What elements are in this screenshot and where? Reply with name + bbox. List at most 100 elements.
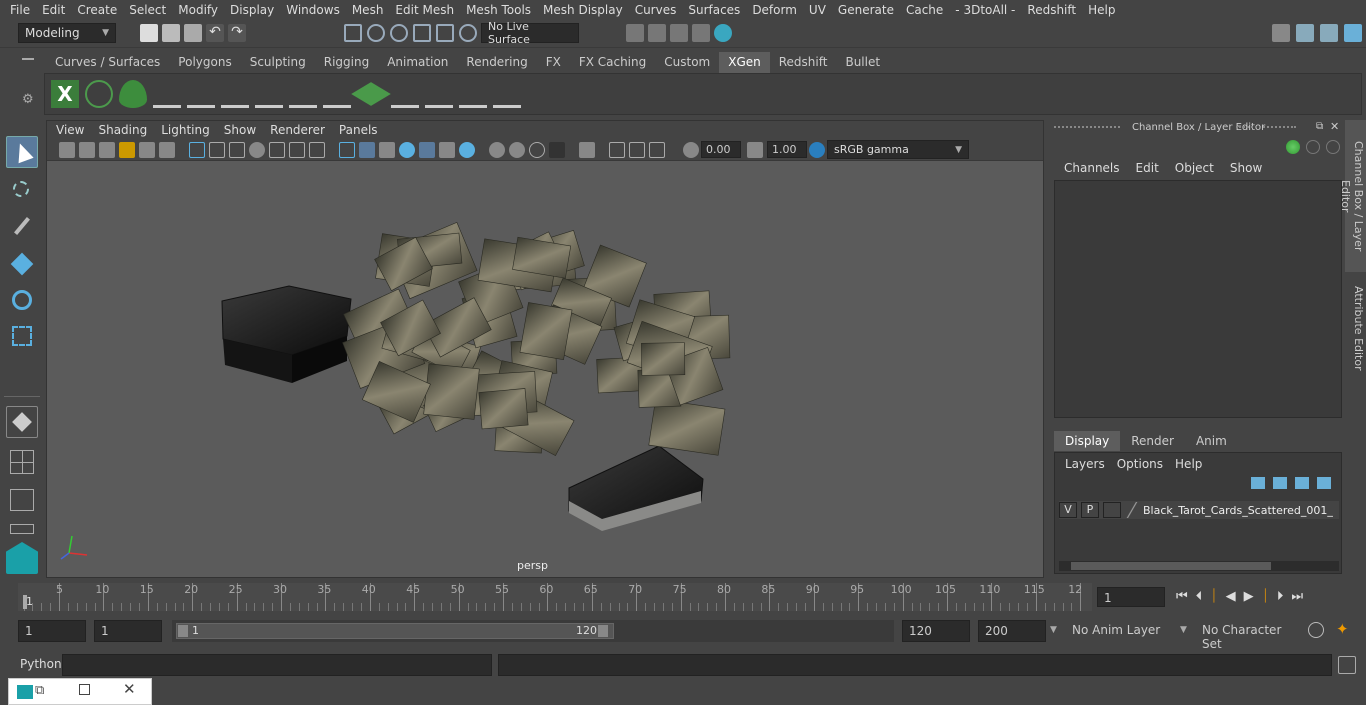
key-icon[interactable] [1306, 140, 1320, 154]
menu-mesh-display[interactable]: Mesh Display [537, 0, 629, 20]
shelf-tab-sculpting[interactable]: Sculpting [241, 52, 315, 73]
shelf-menu-icon[interactable] [22, 58, 34, 60]
live-surface-field[interactable]: No Live Surface [481, 20, 579, 46]
menu-uv[interactable]: UV [803, 0, 832, 20]
scene-canvas[interactable] [47, 161, 1043, 577]
shelf-tab-polygons[interactable]: Polygons [169, 52, 240, 73]
exposure-icon[interactable] [683, 142, 699, 158]
menu-windows[interactable]: Windows [280, 0, 346, 20]
mode-dropdown[interactable]: Modeling ▼ [18, 23, 116, 43]
float-panel-icon[interactable]: ⧉ [1316, 121, 1323, 132]
menu-redshift[interactable]: Redshift [1021, 0, 1082, 20]
script-editor-icon[interactable] [1338, 656, 1356, 674]
shelf-tab-xgen[interactable]: XGen [719, 52, 770, 73]
menu-display[interactable]: Display [224, 0, 280, 20]
layer-row[interactable]: V P Black_Tarot_Cards_Scattered_001_laye… [1059, 501, 1339, 519]
layer-menu-layers[interactable]: Layers [1059, 455, 1111, 473]
new-layer-from-selection-icon[interactable] [1317, 477, 1331, 489]
xgen-bend-icon[interactable] [459, 80, 487, 108]
snap-live-icon[interactable] [459, 24, 477, 42]
xgen-guide-tool-icon[interactable] [323, 80, 351, 108]
layer-tab-render[interactable]: Render [1120, 431, 1185, 451]
current-frame-field[interactable]: 1 [1097, 587, 1165, 607]
film-gate-icon[interactable] [209, 142, 225, 158]
card-box-right[interactable] [568, 445, 704, 531]
character-set-dropdown[interactable]: No Character Set [1196, 620, 1300, 651]
scale-tool-icon[interactable] [6, 320, 38, 352]
play-forwards-icon[interactable]: ▶ [1244, 589, 1254, 604]
camera-icon[interactable] [59, 142, 75, 158]
character-icon[interactable]: ✦ [1336, 620, 1349, 638]
menu-create[interactable]: Create [71, 0, 123, 20]
menu-edit-mesh[interactable]: Edit Mesh [389, 0, 460, 20]
axis-ref-icon[interactable] [1286, 140, 1300, 154]
channel-menu-channels[interactable]: Channels [1056, 161, 1128, 175]
go-to-end-icon[interactable]: ⏭ [1291, 589, 1303, 604]
tarot-card[interactable] [641, 342, 686, 376]
anti-alias-icon[interactable] [529, 142, 545, 158]
exposure-field[interactable]: 0.00 [701, 141, 741, 158]
snap-curve-icon[interactable] [367, 24, 385, 42]
move-layer-down-icon[interactable] [1273, 477, 1287, 489]
layer-playback-toggle[interactable]: P [1081, 502, 1099, 518]
colorspace-dropdown[interactable]: sRGB gamma ▼ [827, 140, 969, 159]
maximize-icon[interactable] [79, 684, 90, 695]
xgen-leaf-icon[interactable] [119, 80, 147, 108]
gate-mask-icon[interactable] [249, 142, 265, 158]
restore-icon[interactable]: ⧉ [35, 683, 44, 698]
xgen-lock-guide-icon[interactable] [289, 80, 317, 108]
layer-menu-options[interactable]: Options [1111, 455, 1169, 473]
menu-surfaces[interactable]: Surfaces [682, 0, 746, 20]
xgen-cut-icon[interactable] [425, 80, 453, 108]
snap-point-icon[interactable] [390, 24, 408, 42]
viewport-menu-renderer[interactable]: Renderer [263, 123, 332, 137]
gear-icon[interactable]: ⚙ [22, 92, 34, 107]
command-language-label[interactable]: Python [20, 657, 62, 671]
toggle-hud-icon[interactable] [649, 142, 665, 158]
xray-icon[interactable] [399, 142, 415, 158]
chevron-down-icon[interactable]: ▼ [1180, 625, 1187, 635]
outliner-view-icon[interactable] [6, 484, 38, 516]
four-view-icon[interactable] [6, 446, 38, 478]
range-slider[interactable]: 1 120 [172, 620, 894, 642]
field-chart-icon[interactable] [269, 142, 285, 158]
step-forward-key-icon[interactable]: ⏐ [1262, 589, 1269, 604]
layer-menu-help[interactable]: Help [1169, 455, 1208, 473]
shelf-tab-redshift[interactable]: Redshift [770, 52, 837, 73]
grid-toggle-icon[interactable] [189, 142, 205, 158]
range-start-handle[interactable] [178, 625, 188, 637]
channel-menu-edit[interactable]: Edit [1128, 161, 1167, 175]
new-layer-icon[interactable] [1295, 477, 1309, 489]
open-scene-icon[interactable] [162, 24, 180, 42]
panel-grip[interactable] [1054, 126, 1120, 130]
layout-icon[interactable] [1296, 24, 1314, 42]
chevron-down-icon[interactable]: ▼ [1050, 625, 1057, 635]
range-slider-bar[interactable] [176, 623, 614, 639]
channel-menu-show[interactable]: Show [1222, 161, 1270, 175]
layer-color-icon[interactable] [1125, 502, 1139, 518]
close-icon[interactable]: ✕ [123, 680, 136, 698]
menu-select[interactable]: Select [123, 0, 172, 20]
grease-pencil-icon[interactable] [159, 142, 175, 158]
step-back-key-icon[interactable]: ⏐ [1210, 589, 1217, 604]
viewport-menu-lighting[interactable]: Lighting [154, 123, 217, 137]
move-tool-icon[interactable] [6, 248, 38, 280]
step-forward-icon[interactable]: ⏵ [1277, 589, 1284, 604]
workspace-icon[interactable] [1272, 24, 1290, 42]
render-settings-icon[interactable] [692, 24, 710, 42]
frame-all-icon[interactable] [609, 142, 625, 158]
scattered-cards-pile[interactable] [342, 221, 731, 457]
layer-visibility-toggle[interactable]: V [1059, 502, 1077, 518]
play-backwards-icon[interactable]: ◀ [1226, 589, 1236, 604]
layer-name[interactable]: Black_Tarot_Cards_Scattered_001_layer [1143, 504, 1333, 517]
layer-display-type-toggle[interactable] [1103, 502, 1121, 518]
rotate-tool-icon[interactable] [6, 284, 38, 316]
xgen-editor-icon[interactable]: X [51, 80, 79, 108]
time-slider[interactable]: 5 10 15 20 25 30 35 40 45 50 55 60 65 70 75 80 85 90 95 100… [18, 583, 1092, 611]
anim-layer-dropdown[interactable]: No Anim Layer [1066, 620, 1174, 642]
shelf-tab-rendering[interactable]: Rendering [457, 52, 536, 73]
layer-tab-anim[interactable]: Anim [1185, 431, 1238, 451]
start-time-field[interactable]: 1 [18, 620, 86, 642]
snap-surface-icon[interactable] [436, 24, 454, 42]
menu-cache[interactable]: Cache [900, 0, 949, 20]
